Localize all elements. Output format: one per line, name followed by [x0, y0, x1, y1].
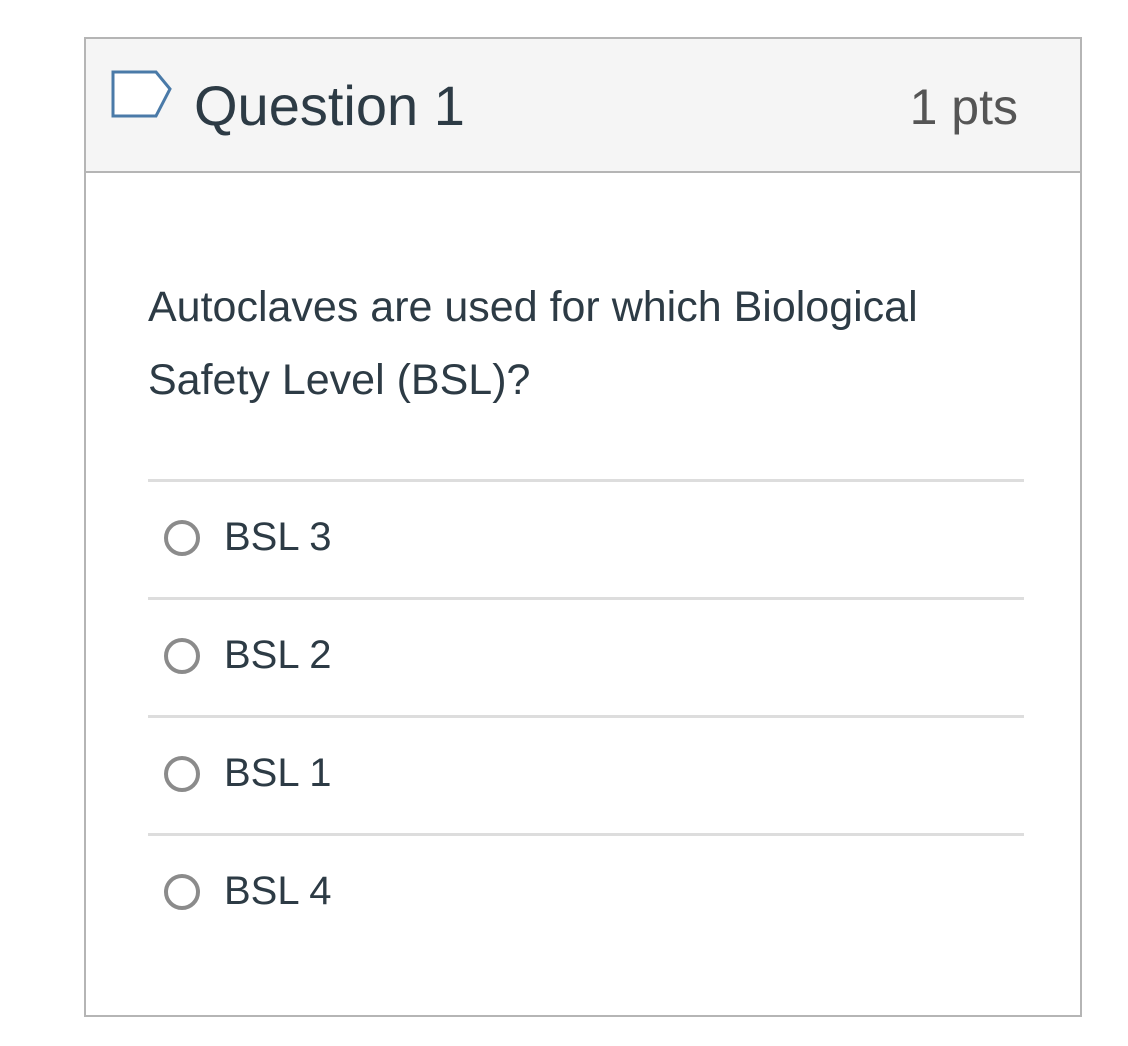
answer-label: BSL 4 — [224, 869, 332, 913]
radio-button[interactable] — [164, 520, 200, 556]
answer-label: BSL 1 — [224, 751, 332, 795]
answer-option[interactable]: BSL 2 — [148, 597, 1024, 715]
answer-option[interactable]: BSL 1 — [148, 715, 1024, 833]
answer-option[interactable]: BSL 3 — [148, 479, 1024, 597]
flag-question-icon[interactable] — [110, 69, 174, 121]
question-text: Autoclaves are used for which Biological… — [148, 283, 918, 404]
answer-label: BSL 3 — [224, 515, 332, 559]
answer-label: BSL 2 — [224, 633, 332, 677]
radio-button[interactable] — [164, 756, 200, 792]
question-header: Question 1 1 pts — [86, 39, 1080, 173]
radio-button[interactable] — [164, 874, 200, 910]
answer-option[interactable]: BSL 4 — [148, 833, 1024, 951]
question-title: Question 1 — [194, 74, 465, 137]
question-points: 1 pts — [909, 79, 1018, 135]
radio-button[interactable] — [164, 638, 200, 674]
question-card: Question 1 1 pts Autoclaves are used for… — [84, 37, 1082, 1017]
answer-list: BSL 3 BSL 2 BSL 1 BSL 4 — [148, 479, 1024, 951]
